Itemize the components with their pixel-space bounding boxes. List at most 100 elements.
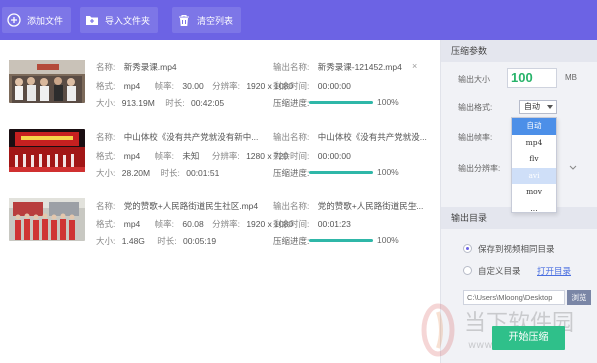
browse-button[interactable]: 浏览 bbox=[567, 290, 591, 305]
duration-label: 时长: bbox=[157, 236, 177, 246]
remaining-row: 剩余时间: 00:00:00 bbox=[273, 80, 351, 92]
radio-same-dir-label: 保存到视频相同目录 bbox=[478, 244, 555, 254]
close-icon[interactable]: × bbox=[412, 61, 417, 71]
format-label: 格式: bbox=[96, 81, 116, 91]
video-thumbnail bbox=[9, 198, 85, 241]
progress-fill bbox=[309, 239, 373, 242]
size-value: 28.20M bbox=[121, 168, 151, 178]
size-unit: MB bbox=[565, 73, 577, 82]
format-value: mp4 bbox=[123, 151, 141, 161]
format-option[interactable]: flv bbox=[512, 151, 556, 168]
params-title: 压缩参数 bbox=[441, 40, 597, 62]
size-row: 大小: 28.20M 时长: 00:01:51 bbox=[96, 167, 219, 179]
file-name-row: 名称: 中山体校《没有共产党就没有新中... bbox=[96, 131, 258, 143]
format-label: 格式: bbox=[96, 151, 116, 161]
duration-value: 00:42:05 bbox=[190, 98, 225, 108]
file-name: 新秀录课.mp4 bbox=[123, 62, 177, 72]
output-name-row: 输出名称: 中山体校《没有共产党就没... bbox=[273, 131, 427, 143]
format-option[interactable]: ... bbox=[512, 201, 556, 213]
progress-percent: 100% bbox=[377, 235, 399, 245]
chevron-down-icon bbox=[547, 105, 553, 109]
name-label: 名称: bbox=[96, 201, 116, 211]
fps-value: 60.08 bbox=[182, 219, 204, 229]
output-name-label: 输出名称: bbox=[273, 132, 310, 142]
duration-value: 00:01:51 bbox=[186, 168, 220, 178]
remaining-value: 00:00:00 bbox=[317, 81, 351, 91]
fps-label: 帧率: bbox=[154, 219, 175, 229]
add-file-label: 添加文件 bbox=[27, 15, 64, 26]
remaining-label: 剩余时间: bbox=[273, 219, 310, 229]
progress-bar bbox=[309, 101, 373, 104]
output-name: 党的赞歌+人民路街道民生... bbox=[317, 201, 424, 211]
clear-list-label: 清空列表 bbox=[197, 15, 234, 26]
output-name-row: 输出名称: 党的赞歌+人民路街道民生... bbox=[273, 200, 423, 212]
format-option[interactable]: mov bbox=[512, 184, 556, 201]
progress-label: 压缩进度: bbox=[273, 236, 310, 246]
close-icon[interactable]: × bbox=[412, 131, 417, 141]
output-resolution-label: 输出分辨率: bbox=[458, 164, 501, 173]
output-name-label: 输出名称: bbox=[273, 201, 310, 211]
format-label: 格式: bbox=[96, 219, 116, 229]
format-option[interactable]: avi bbox=[512, 167, 556, 184]
clear-list-button[interactable]: 清空列表 bbox=[172, 7, 242, 33]
file-name: 中山体校《没有共产党就没有新中... bbox=[123, 132, 259, 142]
remaining-value: 00:01:23 bbox=[317, 219, 351, 229]
size-label: 大小: bbox=[96, 98, 116, 108]
output-name: 新秀录课-121452.mp4 bbox=[317, 62, 402, 72]
progress-percent: 100% bbox=[377, 97, 399, 107]
file-item[interactable]: 名称: 新秀录课.mp4 输出名称: 新秀录课-121452.mp4 × 格式:… bbox=[0, 57, 440, 119]
video-thumbnail bbox=[9, 129, 85, 172]
resolution-label: 分辨率: bbox=[212, 81, 240, 91]
add-file-button[interactable]: 添加文件 bbox=[2, 7, 72, 33]
format-select-value: 自动 bbox=[524, 102, 540, 111]
fps-value: 未知 bbox=[182, 151, 200, 161]
progress-fill bbox=[309, 171, 373, 174]
fps-value: 30.00 bbox=[182, 81, 204, 91]
duration-value: 00:05:19 bbox=[183, 236, 217, 246]
format-value: mp4 bbox=[123, 81, 141, 91]
video-thumbnail bbox=[9, 60, 85, 103]
file-name-row: 名称: 新秀录课.mp4 bbox=[96, 61, 177, 73]
resolution-label: 分辨率: bbox=[211, 151, 240, 161]
format-row: 格式: mp4 帧率: 未知 分辨率: 1280 x 720 bbox=[96, 150, 288, 162]
format-value: mp4 bbox=[123, 219, 141, 229]
size-label: 大小: bbox=[96, 236, 116, 246]
format-dropdown: 自动 mp4 flv avi mov ... bbox=[511, 117, 557, 213]
progress-bar bbox=[309, 239, 373, 242]
format-option[interactable]: 自动 bbox=[512, 118, 556, 135]
format-row: 格式: mp4 帧率: 60.08 分辨率: 1920 x 1080 bbox=[96, 218, 293, 230]
format-select[interactable]: 自动 bbox=[519, 100, 557, 114]
remaining-label: 剩余时间: bbox=[273, 151, 310, 161]
size-row: 大小: 913.19M 时长: 00:42:05 bbox=[96, 97, 224, 109]
radio-same-dir[interactable] bbox=[463, 244, 472, 253]
fps-label: 帧率: bbox=[154, 81, 175, 91]
chevron-down-icon[interactable] bbox=[569, 162, 577, 172]
duration-label: 时长: bbox=[165, 98, 185, 108]
size-label: 大小: bbox=[96, 168, 116, 178]
output-fps-label: 输出帧率: bbox=[458, 133, 493, 142]
duration-label: 时长: bbox=[160, 168, 180, 178]
open-dir-link[interactable]: 打开目录 bbox=[537, 265, 571, 277]
radio-custom-dir[interactable] bbox=[463, 266, 472, 275]
output-name-label: 输出名称: bbox=[273, 62, 310, 72]
file-item[interactable]: 名称: 中山体校《没有共产党就没有新中... 输出名称: 中山体校《没有共产党就… bbox=[0, 127, 440, 189]
resolution-label: 分辨率: bbox=[212, 219, 240, 229]
progress-bar bbox=[309, 171, 373, 174]
format-row: 格式: mp4 帧率: 30.00 分辨率: 1920 x 1080 bbox=[96, 80, 293, 92]
plus-circle-icon bbox=[6, 12, 22, 28]
progress-percent: 100% bbox=[377, 167, 399, 177]
output-path-input[interactable]: C:\Users\Mloong\Desktop bbox=[463, 290, 565, 305]
output-size-input[interactable]: 100 bbox=[507, 68, 557, 88]
close-icon[interactable]: × bbox=[412, 200, 417, 210]
output-size-label: 输出大小 bbox=[458, 75, 490, 84]
format-option[interactable]: mp4 bbox=[512, 135, 556, 152]
import-folder-button[interactable]: 导入文件夹 bbox=[80, 7, 159, 33]
output-format-label: 输出格式: bbox=[458, 103, 493, 112]
start-compress-button[interactable]: 开始压缩 bbox=[492, 326, 565, 350]
import-folder-label: 导入文件夹 bbox=[105, 15, 151, 26]
name-label: 名称: bbox=[96, 62, 116, 72]
progress-label: 压缩进度: bbox=[273, 98, 310, 108]
file-name: 党的赞歌+人民路街道民生社区.mp4 bbox=[123, 201, 259, 211]
progress-fill bbox=[309, 101, 373, 104]
file-item[interactable]: 名称: 党的赞歌+人民路街道民生社区.mp4 输出名称: 党的赞歌+人民路街道民… bbox=[0, 196, 440, 258]
